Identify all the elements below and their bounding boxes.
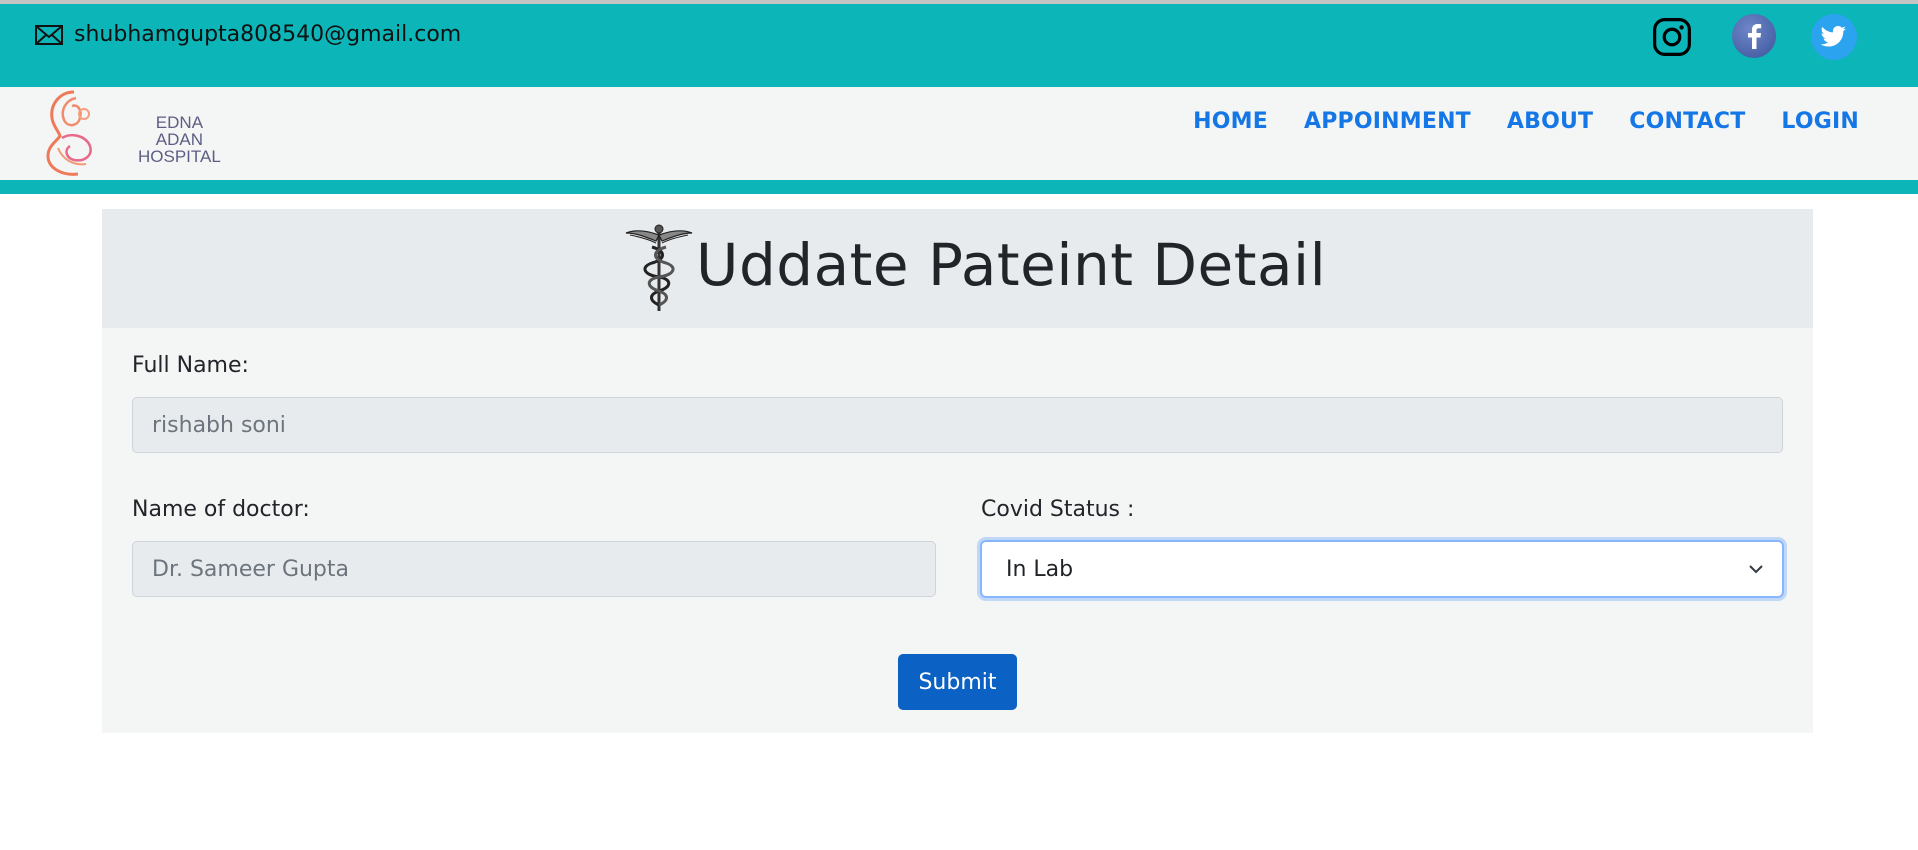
nav-divider-stripe <box>0 180 1918 194</box>
doctor-name-input[interactable]: Dr. Sameer Gupta <box>132 541 936 597</box>
covid-status-selected: In Lab <box>1006 556 1074 582</box>
nav-home[interactable]: HOME <box>1193 109 1268 134</box>
covid-status-select[interactable]: In Lab <box>980 540 1784 598</box>
contact-email[interactable]: shubhamgupta808540@gmail.com <box>34 22 461 47</box>
facebook-link[interactable] <box>1732 14 1776 58</box>
facebook-icon <box>1748 24 1762 49</box>
full-name-label: Full Name: <box>132 353 249 378</box>
caduceus-icon <box>625 224 693 311</box>
instagram-link[interactable] <box>1649 14 1695 60</box>
nav-links: HOME APPOINMENT ABOUT CONTACT LOGIN <box>1193 109 1859 134</box>
chevron-down-icon <box>1749 565 1763 574</box>
form-header: Uddate Pateint Detail <box>102 209 1813 328</box>
logo-line-1: EDNA ADAN <box>155 113 204 149</box>
covid-status-label: Covid Status : <box>981 497 1135 522</box>
submit-button[interactable]: Submit <box>898 654 1017 710</box>
logo-line-2: HOSPITAL <box>138 147 221 166</box>
nav-login[interactable]: LOGIN <box>1781 109 1859 134</box>
instagram-icon <box>1653 18 1691 56</box>
main-navbar: EDNA ADAN HOSPITAL HOME APPOINMENT ABOUT… <box>0 87 1918 180</box>
twitter-icon <box>1820 26 1846 47</box>
mother-child-logo-icon <box>46 90 92 176</box>
hospital-logo[interactable]: EDNA ADAN HOSPITAL <box>38 88 221 178</box>
top-contact-bar: shubhamgupta808540@gmail.com <box>0 0 1918 87</box>
doctor-name-label: Name of doctor: <box>132 497 310 522</box>
twitter-link[interactable] <box>1811 14 1857 60</box>
update-patient-form-card: Uddate Pateint Detail Full Name: rishabh… <box>102 209 1813 733</box>
hospital-logo-text: EDNA ADAN HOSPITAL <box>138 114 221 165</box>
mail-icon <box>35 24 63 45</box>
contact-email-text: shubhamgupta808540@gmail.com <box>74 22 462 47</box>
nav-contact[interactable]: CONTACT <box>1629 109 1745 134</box>
form-title: Uddate Pateint Detail <box>696 231 1327 299</box>
full-name-input[interactable]: rishabh soni <box>132 397 1783 453</box>
nav-appointment[interactable]: APPOINMENT <box>1304 109 1471 134</box>
nav-about[interactable]: ABOUT <box>1507 109 1593 134</box>
